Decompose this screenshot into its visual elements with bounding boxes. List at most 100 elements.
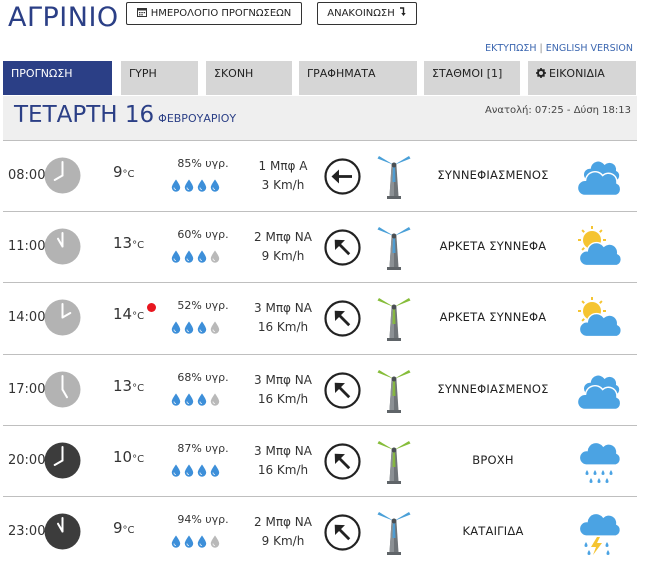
wind-info: 3 Μπφ ΝΑ 16 Km/h bbox=[235, 442, 331, 480]
tab-stations[interactable]: ΣΤΑΘΜΟΙ [1] bbox=[424, 61, 520, 95]
temperature: 9°C bbox=[113, 519, 135, 537]
wind-info: 2 Μπφ ΝΑ 9 Km/h bbox=[235, 228, 331, 266]
day-header: ΤΕΤΑΡΤΗ 16 ΦΕΒΡΟΥΑΡΙΟΥ Ανατολή: 07:25 - Δ… bbox=[3, 96, 637, 140]
announcement-button[interactable]: ΑΝΑΚΟΙΝΩΣΗ bbox=[317, 2, 417, 25]
humidity-drop-icon bbox=[197, 319, 207, 338]
wind-speed: 16 Km/h bbox=[257, 391, 309, 406]
wind-speed: 16 Km/h bbox=[257, 320, 309, 335]
humidity-drop-icon bbox=[197, 248, 207, 267]
forecast-time: 17:00 bbox=[8, 381, 46, 397]
temperature-unit: °C bbox=[132, 311, 145, 323]
wind-turbine-icon bbox=[375, 152, 413, 202]
wind-beaufort: 2 Μπφ ΝΑ bbox=[254, 515, 312, 529]
temperature-value: 13 bbox=[113, 234, 133, 253]
forecast-row: 11:00 13°C 60% υγρ. 2 Μπφ ΝΑ 9 Km/h ΑΡΚΕΤΑ ΣΥ… bbox=[3, 211, 637, 282]
tab-charts-label: ΓΡΑΦΗΜΑΤΑ bbox=[307, 67, 376, 80]
humidity-drops bbox=[171, 391, 220, 410]
calendar-icon bbox=[136, 7, 147, 20]
humidity-drops bbox=[171, 319, 220, 338]
humidity-drop-icon bbox=[184, 462, 194, 481]
wind-turbine-icon bbox=[375, 437, 413, 487]
humidity-drop-icon bbox=[171, 248, 181, 267]
weather-condition: ΚΑΤΑΙΓΙΔΑ bbox=[462, 524, 524, 538]
wind-turbine-icon bbox=[375, 508, 413, 558]
wind-beaufort: 3 Μπφ ΝΑ bbox=[254, 301, 312, 316]
forecast-row: 17:00 13°C 68% υγρ. 3 Μπφ ΝΑ 16 Km/h ΣΥΝΝΕΦΙΑ… bbox=[3, 353, 637, 425]
humidity-drops bbox=[171, 462, 220, 481]
forecast-time: 14:00 bbox=[8, 310, 46, 326]
tab-pollen-label: ΓΥΡΗ bbox=[129, 67, 157, 80]
forecast-time: 11:00 bbox=[8, 239, 46, 255]
clouds-icon bbox=[575, 153, 623, 201]
humidity-drop-icon bbox=[210, 533, 220, 552]
wind-turbine-icon bbox=[375, 223, 413, 273]
announcement-label: ΑΝΑΚΟΙΝΩΣΗ bbox=[327, 8, 395, 19]
temperature-unit: °C bbox=[132, 382, 145, 394]
forecast-row: 20:00 10°C 87% υγρ. 3 Μπφ ΝΑ 16 Km/h ΒΡΟΧΗ bbox=[3, 424, 637, 496]
humidity-drop-icon bbox=[210, 177, 220, 196]
sunrise-sunset: Ανατολή: 07:25 - Δύση 18:13 bbox=[484, 105, 631, 116]
wind-info: 2 Μπφ ΝΑ 9 Km/h bbox=[235, 513, 331, 551]
wind-turbine-icon bbox=[375, 294, 413, 344]
temperature-unit: °C bbox=[122, 169, 135, 180]
wind-info: 3 Μπφ ΝΑ 16 Km/h bbox=[235, 299, 331, 337]
humidity-drop-icon bbox=[184, 177, 194, 196]
humidity-text: 94% υγρ. bbox=[177, 513, 229, 526]
tab-charts[interactable]: ΓΡΑΦΗΜΑΤΑ bbox=[299, 61, 417, 95]
sun-cloud-icon bbox=[575, 295, 623, 343]
humidity-text: 85% υγρ. bbox=[177, 157, 229, 170]
temperature-value: 13 bbox=[113, 376, 133, 395]
english-version-link[interactable]: ENGLISH VERSION bbox=[546, 43, 633, 54]
tab-dust-label: ΣΚΟΝΗ bbox=[214, 67, 254, 80]
weather-condition: ΑΡΚΕΤΑ ΣΥΝΝΕΦΑ bbox=[439, 310, 547, 325]
tab-forecast-label: ΠΡΟΓΝΩΣΗ bbox=[11, 67, 73, 80]
tab-icons[interactable]: ΕΙΚΟΝΙΔΙΑ bbox=[528, 61, 636, 95]
wind-speed: 16 Km/h bbox=[257, 462, 309, 477]
tab-dust[interactable]: ΣΚΟΝΗ bbox=[206, 61, 292, 95]
temperature-unit: °C bbox=[132, 240, 145, 252]
weather-condition: ΣΥΝΝΕΦΙΑΣΜΕΝΟΣ bbox=[437, 168, 549, 182]
wind-direction-arrow-icon bbox=[324, 300, 361, 337]
humidity-drop-icon bbox=[184, 319, 194, 338]
print-link[interactable]: ΕΚΤΥΠΩΣΗ bbox=[485, 43, 536, 54]
humidity-drop-icon bbox=[210, 462, 220, 481]
temperature: 10°C bbox=[113, 448, 144, 466]
humidity-drop-icon bbox=[171, 319, 181, 338]
day-name-text: ΤΕΤΑΡΤΗ 16 bbox=[14, 102, 155, 128]
forecast-time: 23:00 bbox=[8, 524, 46, 539]
humidity-drop-icon bbox=[197, 533, 207, 552]
humidity-drop-icon bbox=[184, 248, 194, 267]
clock-icon bbox=[44, 299, 81, 336]
tab-forecast[interactable]: ΠΡΟΓΝΩΣΗ bbox=[3, 61, 112, 95]
humidity-drops bbox=[171, 177, 220, 196]
forecast-calendar-button[interactable]: ΗΜΕΡΟΛΟΓΙΟ ΠΡΟΓΝΩΣΕΩΝ bbox=[126, 2, 302, 25]
tab-stations-label: ΣΤΑΘΜΟΙ [1] bbox=[432, 67, 503, 80]
temperature: 9°C bbox=[113, 163, 135, 181]
rain-icon bbox=[575, 438, 623, 486]
temperature-value: 9 bbox=[113, 163, 123, 181]
main-tabs: ΠΡΟΓΝΩΣΗ ΓΥΡΗ ΣΚΟΝΗ ΓΡΑΦΗΜΑΤΑ ΣΤΑΘΜΟΙ [1… bbox=[3, 61, 637, 95]
humidity-drop-icon bbox=[210, 391, 220, 410]
link-separator: | bbox=[539, 43, 543, 54]
storm-icon bbox=[575, 509, 623, 557]
temperature-unit: °C bbox=[132, 453, 145, 465]
temperature-unit: °C bbox=[122, 525, 135, 536]
wind-turbine-icon bbox=[375, 366, 413, 416]
humidity-drop-icon bbox=[210, 319, 220, 338]
tab-pollen[interactable]: ΓΥΡΗ bbox=[121, 61, 198, 95]
tab-icons-label: ΕΙΚΟΝΙΔΙΑ bbox=[549, 67, 605, 80]
humidity-text: 87% υγρ. bbox=[177, 441, 229, 455]
forecast-time: 08:00 bbox=[8, 168, 46, 183]
gear-icon bbox=[536, 67, 546, 95]
temperature-value: 9 bbox=[113, 519, 123, 537]
temperature: 13°C bbox=[113, 377, 144, 395]
clock-icon bbox=[44, 371, 81, 408]
wind-speed: 3 Km/h bbox=[261, 178, 305, 192]
wind-direction-arrow-icon bbox=[324, 158, 361, 195]
humidity-drop-icon bbox=[171, 533, 181, 552]
clock-icon bbox=[44, 513, 81, 550]
clock-icon bbox=[44, 228, 81, 265]
humidity-drop-icon bbox=[197, 462, 207, 481]
humidity-text: 68% υγρ. bbox=[177, 370, 229, 384]
wind-direction-arrow-icon bbox=[324, 514, 361, 551]
